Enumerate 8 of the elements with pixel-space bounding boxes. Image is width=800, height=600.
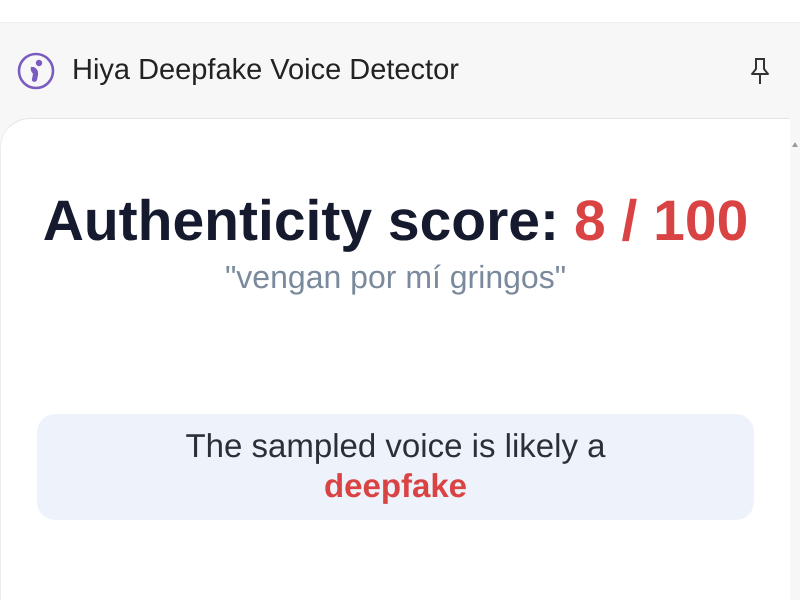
logo-icon — [17, 52, 55, 90]
score-label: Authenticity score: — [42, 189, 559, 255]
score-value: 8 / 100 — [574, 189, 748, 255]
transcript-quote: "vengan por mí gringos" — [224, 258, 566, 296]
scroll-up-arrow-icon[interactable] — [792, 142, 798, 147]
verdict-text: The sampled voice is likely a deepfake — [185, 426, 606, 506]
pin-icon — [750, 56, 770, 84]
window-title: Hiya Deepfake Voice Detector — [72, 54, 460, 87]
